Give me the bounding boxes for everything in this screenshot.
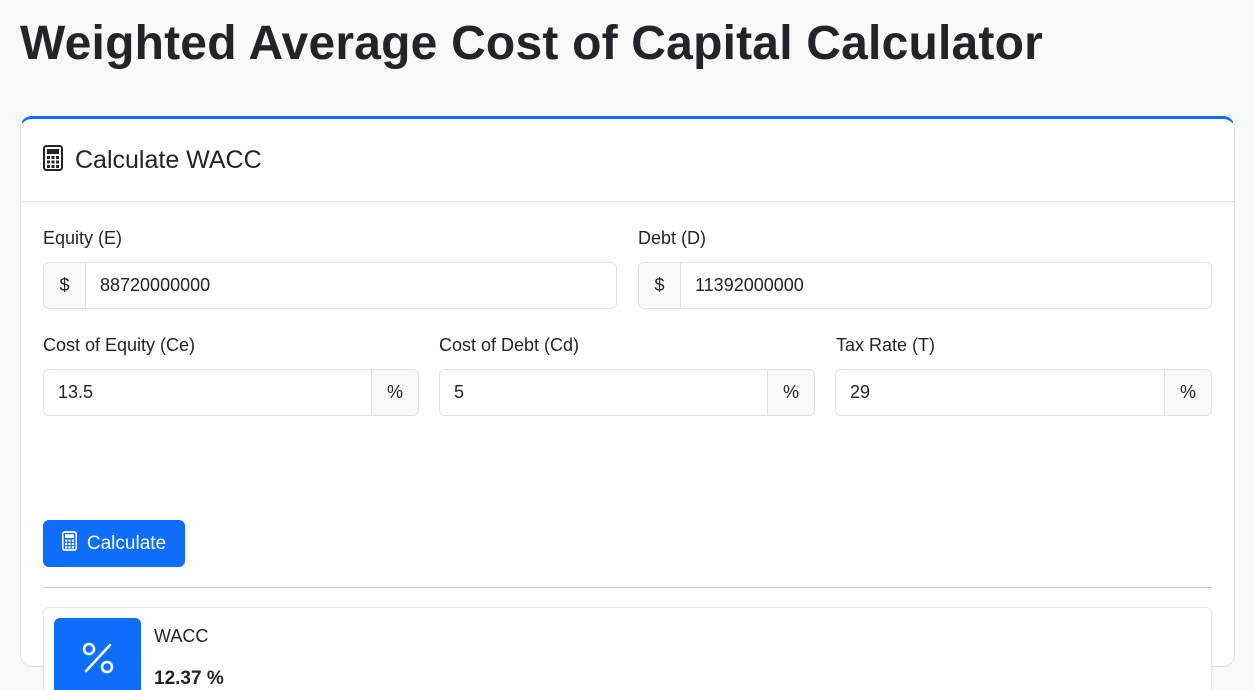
wacc-card: Calculate WACC Equity (E) $ Debt (D) $ C… (20, 116, 1235, 690)
cost-of-debt-input-group: % (439, 369, 815, 416)
card-header: Calculate WACC (21, 119, 1234, 202)
equity-input[interactable] (86, 263, 616, 308)
cost-of-debt-label: Cost of Debt (Cd) (439, 335, 580, 355)
cost-of-equity-input-group: % (43, 369, 419, 416)
calculate-button[interactable]: Calculate (43, 520, 185, 567)
result-label: WACC (154, 626, 209, 646)
equity-currency-addon: $ (44, 263, 86, 308)
debt-label: Debt (D) (638, 228, 707, 248)
card-title: Calculate WACC (75, 145, 262, 174)
cost-of-equity-label: Cost of Equity (Ce) (43, 335, 196, 355)
percent-icon (54, 618, 141, 690)
cost-of-equity-percent-addon: % (371, 370, 418, 415)
equity-label: Equity (E) (43, 228, 123, 248)
cost-of-debt-percent-addon: % (767, 370, 814, 415)
tax-rate-input[interactable] (836, 370, 1164, 415)
debt-currency-addon: $ (639, 263, 681, 308)
divider (43, 587, 1212, 588)
calculate-button-label: Calculate (86, 532, 167, 554)
tax-rate-label: Tax Rate (T) (836, 335, 936, 355)
debt-input-group: $ (638, 262, 1212, 309)
equity-input-group: $ (43, 262, 617, 309)
page-title: Weighted Average Cost of Capital Calcula… (20, 17, 1043, 70)
tax-rate-percent-addon: % (1164, 370, 1211, 415)
result-value: 12.37 % (154, 668, 224, 689)
tax-rate-input-group: % (835, 369, 1212, 416)
debt-input[interactable] (681, 263, 1211, 308)
calculator-icon (43, 144, 63, 176)
result-card: WACC 12.37 % (43, 607, 1212, 690)
cost-of-debt-input[interactable] (440, 370, 767, 415)
calculator-icon (61, 530, 77, 557)
cost-of-equity-input[interactable] (44, 370, 371, 415)
